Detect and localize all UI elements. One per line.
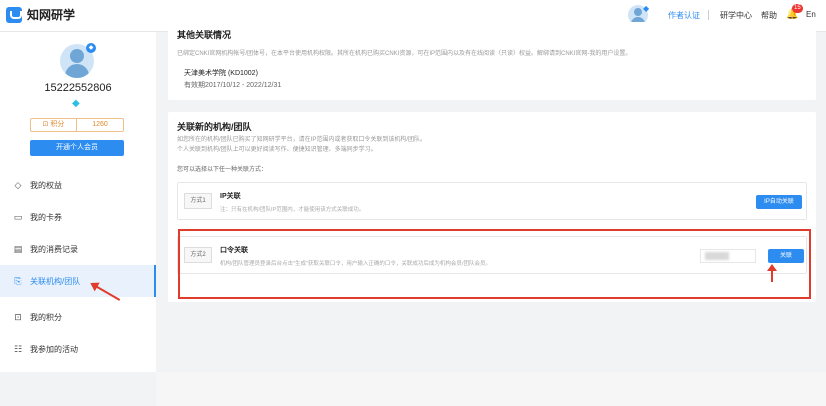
logo-icon — [6, 6, 22, 23]
institution-name: 天津美术学院 (KD1002) — [184, 70, 258, 77]
link-document-icon: ⎘ — [14, 275, 22, 286]
language-switch[interactable]: En — [806, 10, 816, 19]
app-logo[interactable]: 知网研学 — [6, 6, 75, 23]
vip-diamond-icon: ◆ — [643, 4, 650, 13]
ip-association-box: 方式1 IP关联 注：只有在机构/团队IP范围内，才能使用该方式关联成功。 IP… — [177, 182, 807, 220]
panel-description: 已绑定CNKI官网机构帐号/团体号，在本平台使用机构权限。其所在机构已购买CNK… — [177, 51, 632, 57]
method-description: 注：只有在机构/团队IP范围内，才能使用该方式关联成功。 — [220, 207, 365, 213]
sidebar-item-activities[interactable]: ☷ 我参加的活动 — [0, 333, 156, 365]
annotation-arrow-up — [767, 264, 777, 282]
study-center-link[interactable]: 研学中心 — [720, 10, 752, 21]
link-button[interactable]: 关联 — [768, 249, 804, 263]
sidebar-item-coupons[interactable]: ▭ 我的卡券 — [0, 201, 156, 233]
author-verify-link[interactable]: 作者认证 — [668, 10, 700, 21]
sidebar-item-purchases[interactable]: ▤ 我的消费记录 — [0, 233, 156, 265]
diamond-icon: ◇ — [14, 179, 22, 190]
username: 15222552806 — [44, 82, 112, 94]
panel-title: 关联新的机构/团队 — [177, 122, 252, 132]
sidebar-item-label: 我参加的活动 — [30, 344, 78, 354]
activity-icon: ☷ — [13, 343, 23, 354]
panel-title: 其他关联情况 — [177, 30, 232, 40]
association-code-input[interactable] — [700, 249, 756, 263]
ticket-icon: ▭ — [13, 211, 23, 222]
page-bottom — [156, 372, 826, 406]
new-association-panel: 关联新的机构/团队 如您所在的机构/团队已购买了知网研学平台，请在IP范围内或者… — [168, 112, 816, 302]
sidebar-item-link-institution[interactable]: ⎘ 关联机构/团队 — [0, 265, 156, 297]
points-value: 1260 — [92, 121, 108, 128]
points-icon: ⊡ — [14, 311, 22, 322]
validity-period: 有效期2017/10/12 - 2022/12/31 — [184, 82, 282, 89]
divider — [708, 10, 709, 20]
document-icon: ▤ — [13, 243, 23, 254]
points-label: ⊡ 积分 — [31, 119, 77, 131]
intro-line-1: 如您所在的机构/团队已购买了知网研学平台，请在IP范围内或者获取口令关联到该机构… — [177, 137, 427, 143]
points-box[interactable]: ⊡ 积分 1260 — [30, 118, 124, 132]
method-tag: 方式1 — [184, 193, 212, 209]
sidebar-item-benefits[interactable]: ◇ 我的权益 — [0, 169, 156, 201]
method-name: 口令关联 — [220, 247, 248, 254]
code-association-box: 方式2 口令关联 机构/团队管理员登录后台点击"生成"获取关联口令，用户输入正确… — [177, 236, 807, 274]
sidebar: ◆ 15222552806 ◆ ⊡ 积分 1260 开通个人会员 ◇ 我的权益 … — [0, 32, 156, 372]
sidebar-item-label: 我的积分 — [30, 312, 62, 322]
app-title: 知网研学 — [27, 8, 76, 22]
ip-auto-link-button[interactable]: IP自动关联 — [756, 195, 802, 209]
method-tag: 方式2 — [184, 247, 212, 263]
help-link[interactable]: 帮助 — [761, 10, 777, 21]
choose-method-text: 您可以选择以下任一种关联方式： — [177, 167, 268, 173]
intro-line-2: 个人关联到机构/团队上可以更好阅读写作、便捷知识管理、多端同步学习。 — [177, 147, 377, 153]
sidebar-item-label: 我的卡券 — [30, 212, 62, 222]
sidebar-item-label: 我的权益 — [30, 180, 62, 190]
open-vip-button[interactable]: 开通个人会员 — [30, 140, 124, 156]
notification-badge: 15 — [792, 4, 803, 13]
level-diamond-icon: ◆ — [72, 98, 80, 109]
other-association-panel: 其他关联情况 已绑定CNKI官网机构帐号/团体号，在本平台使用机构权限。其所在机… — [168, 22, 816, 100]
sidebar-item-label: 关联机构/团队 — [30, 276, 81, 286]
sidebar-item-points[interactable]: ⊡ 我的积分 — [0, 301, 156, 333]
method-name: IP关联 — [220, 193, 241, 200]
points-label-text: 积分 — [50, 121, 65, 128]
vip-badge-icon: ◆ — [86, 43, 96, 53]
sidebar-item-label: 我的消费记录 — [30, 244, 78, 254]
method-description: 机构/团队管理员登录后台点击"生成"获取关联口令，用户输入正确的口令，关联成功后… — [220, 261, 491, 267]
